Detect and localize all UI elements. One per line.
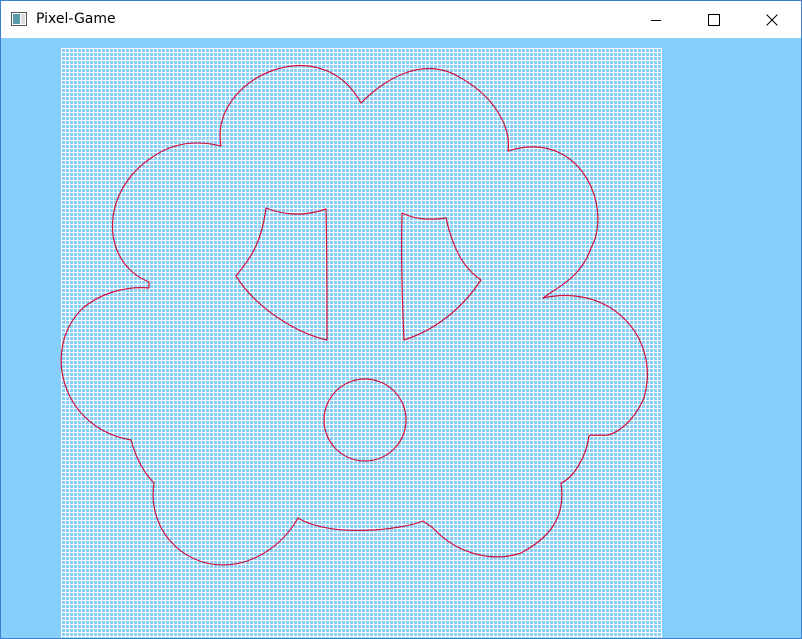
minimize-button[interactable] — [627, 1, 685, 38]
maximize-button[interactable] — [685, 1, 743, 38]
app-window: Pixel-Game — [0, 0, 802, 639]
app-window-icon — [11, 11, 27, 27]
nose-circle — [323, 378, 407, 462]
close-button[interactable] — [743, 1, 801, 38]
game-client-area — [1, 38, 801, 638]
head-outline — [60, 64, 648, 566]
face-drawing — [60, 64, 648, 566]
title-bar[interactable]: Pixel-Game — [1, 1, 801, 38]
window-title: Pixel-Game — [36, 11, 116, 27]
maximize-icon — [708, 13, 720, 26]
close-icon — [766, 13, 778, 26]
minimize-icon — [650, 14, 662, 26]
left-eye-shape — [235, 207, 328, 341]
right-eye-shape — [401, 212, 482, 341]
